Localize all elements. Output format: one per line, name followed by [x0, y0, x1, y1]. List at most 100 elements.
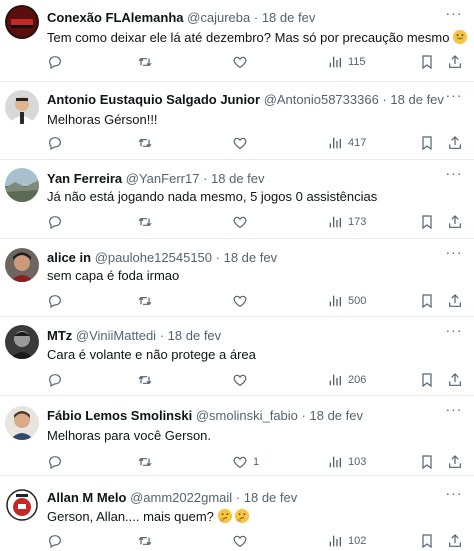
separator-dot: ·	[253, 10, 259, 25]
like-button[interactable]	[232, 370, 253, 390]
user-handle[interactable]: @smolinski_fabio	[196, 408, 298, 423]
tweet-text: sem capa é foda irmao	[47, 268, 180, 283]
views-bar-chart-icon	[329, 374, 341, 386]
views-button[interactable]: 417	[327, 133, 366, 153]
bookmark-button[interactable]	[419, 291, 435, 311]
avatar[interactable]	[5, 248, 39, 282]
views-button[interactable]: 173	[327, 212, 366, 232]
retweet-button[interactable]	[137, 133, 153, 153]
tweet-header: Allan M Melo @amm2022gmail · 18 de fev	[47, 490, 297, 506]
retweet-icon	[138, 138, 152, 148]
display-name[interactable]: MTz	[47, 328, 72, 343]
display-name[interactable]: alice in	[47, 250, 91, 265]
tweet-date[interactable]: 18 de fev	[168, 328, 222, 343]
views-button[interactable]: 102	[327, 531, 366, 551]
avatar[interactable]	[5, 5, 39, 39]
reply-icon	[49, 216, 61, 230]
share-icon	[449, 294, 461, 307]
avatar[interactable]	[5, 168, 39, 202]
tweet[interactable]: Antonio Eustaquio Salgado Junior @Antoni…	[0, 82, 474, 160]
retweet-icon	[138, 296, 152, 306]
views-button[interactable]: 115	[327, 52, 366, 72]
tweet-date[interactable]: 18 de fev	[244, 490, 298, 505]
reply-icon	[49, 56, 61, 70]
more-options-icon[interactable]: ···	[444, 402, 464, 420]
tweet-date[interactable]: 18 de fev	[390, 92, 444, 107]
reply-icon	[49, 456, 61, 470]
tweet[interactable]: MTz @ViniiMattedi · 18 de fev ··· Cara é…	[0, 317, 474, 396]
reply-button[interactable]	[47, 291, 63, 311]
reply-button[interactable]	[47, 133, 63, 153]
more-options-icon[interactable]: ···	[444, 6, 464, 24]
reply-button[interactable]	[47, 52, 63, 72]
like-button[interactable]: 1	[232, 452, 259, 472]
avatar[interactable]	[5, 90, 39, 124]
bookmark-button[interactable]	[419, 133, 435, 153]
tweet-date[interactable]: 18 de fev	[310, 408, 364, 423]
views-button[interactable]: 206	[327, 370, 366, 390]
tweet[interactable]: Allan M Melo @amm2022gmail · 18 de fev ·…	[0, 476, 474, 549]
views-button[interactable]: 500	[327, 291, 366, 311]
user-handle[interactable]: @paulohe12545150	[95, 250, 212, 265]
tweet[interactable]: Fábio Lemos Smolinski @smolinski_fabio ·…	[0, 396, 474, 476]
reply-button[interactable]	[47, 452, 63, 472]
user-handle[interactable]: @ViniiMattedi	[76, 328, 156, 343]
more-options-icon[interactable]: ···	[444, 166, 464, 184]
more-options-icon[interactable]: ···	[444, 323, 464, 341]
tweet[interactable]: Yan Ferreira @YanFerr17 · 18 de fev ··· …	[0, 160, 474, 239]
retweet-icon	[138, 217, 152, 227]
retweet-button[interactable]	[137, 370, 153, 390]
bookmark-button[interactable]	[419, 212, 435, 232]
tweet[interactable]: alice in @paulohe12545150 · 18 de fev ··…	[0, 239, 474, 317]
more-options-icon[interactable]: ···	[444, 88, 464, 106]
share-button[interactable]	[447, 291, 463, 311]
avatar[interactable]	[5, 325, 39, 359]
more-options-icon[interactable]: ···	[444, 486, 464, 504]
like-button[interactable]	[232, 52, 253, 72]
like-button[interactable]	[232, 531, 253, 551]
like-button[interactable]	[232, 291, 253, 311]
share-button[interactable]	[447, 212, 463, 232]
reply-feed: Conexão FLAlemanha @cajureba · 18 de fev…	[0, 0, 474, 549]
user-handle[interactable]: @cajureba	[187, 10, 250, 25]
retweet-button[interactable]	[137, 291, 153, 311]
display-name[interactable]: Allan M Melo	[47, 490, 126, 505]
reply-button[interactable]	[47, 531, 63, 551]
avatar[interactable]	[5, 488, 39, 522]
tweet-date[interactable]: 18 de fev	[262, 10, 316, 25]
share-button[interactable]	[447, 52, 463, 72]
like-button[interactable]	[232, 212, 253, 232]
avatar[interactable]	[5, 406, 39, 440]
tweet-date[interactable]: 18 de fev	[211, 171, 265, 186]
share-button[interactable]	[447, 531, 463, 551]
retweet-button[interactable]	[137, 52, 153, 72]
retweet-button[interactable]	[137, 531, 153, 551]
bookmark-button[interactable]	[419, 531, 435, 551]
display-name[interactable]: Fábio Lemos Smolinski	[47, 408, 192, 423]
reply-button[interactable]	[47, 212, 63, 232]
user-handle[interactable]: @amm2022gmail	[130, 490, 232, 505]
reply-button[interactable]	[47, 370, 63, 390]
tweet[interactable]: Conexão FLAlemanha @cajureba · 18 de fev…	[0, 0, 474, 82]
user-handle[interactable]: @YanFerr17	[126, 171, 200, 186]
bookmark-icon	[422, 215, 432, 230]
retweet-button[interactable]	[137, 212, 153, 232]
retweet-button[interactable]	[137, 452, 153, 472]
display-name[interactable]: Yan Ferreira	[47, 171, 122, 186]
views-button[interactable]: 103	[327, 452, 366, 472]
like-button[interactable]	[232, 133, 253, 153]
tweet-date[interactable]: 18 de fev	[224, 250, 278, 265]
share-button[interactable]	[447, 452, 463, 472]
tweet-text: Melhoras para você Gerson.	[47, 428, 212, 443]
display-name[interactable]: Conexão FLAlemanha	[47, 10, 184, 25]
share-button[interactable]	[447, 133, 463, 153]
share-button[interactable]	[447, 370, 463, 390]
tweet-header: Conexão FLAlemanha @cajureba · 18 de fev	[47, 10, 315, 26]
bookmark-button[interactable]	[419, 52, 435, 72]
bookmark-button[interactable]	[419, 370, 435, 390]
display-name[interactable]: Antonio Eustaquio Salgado Junior	[47, 92, 260, 107]
user-handle[interactable]: @Antonio58733366	[264, 92, 379, 107]
bookmark-button[interactable]	[419, 452, 435, 472]
more-options-icon[interactable]: ···	[444, 245, 464, 263]
separator-dot: ·	[203, 171, 208, 186]
